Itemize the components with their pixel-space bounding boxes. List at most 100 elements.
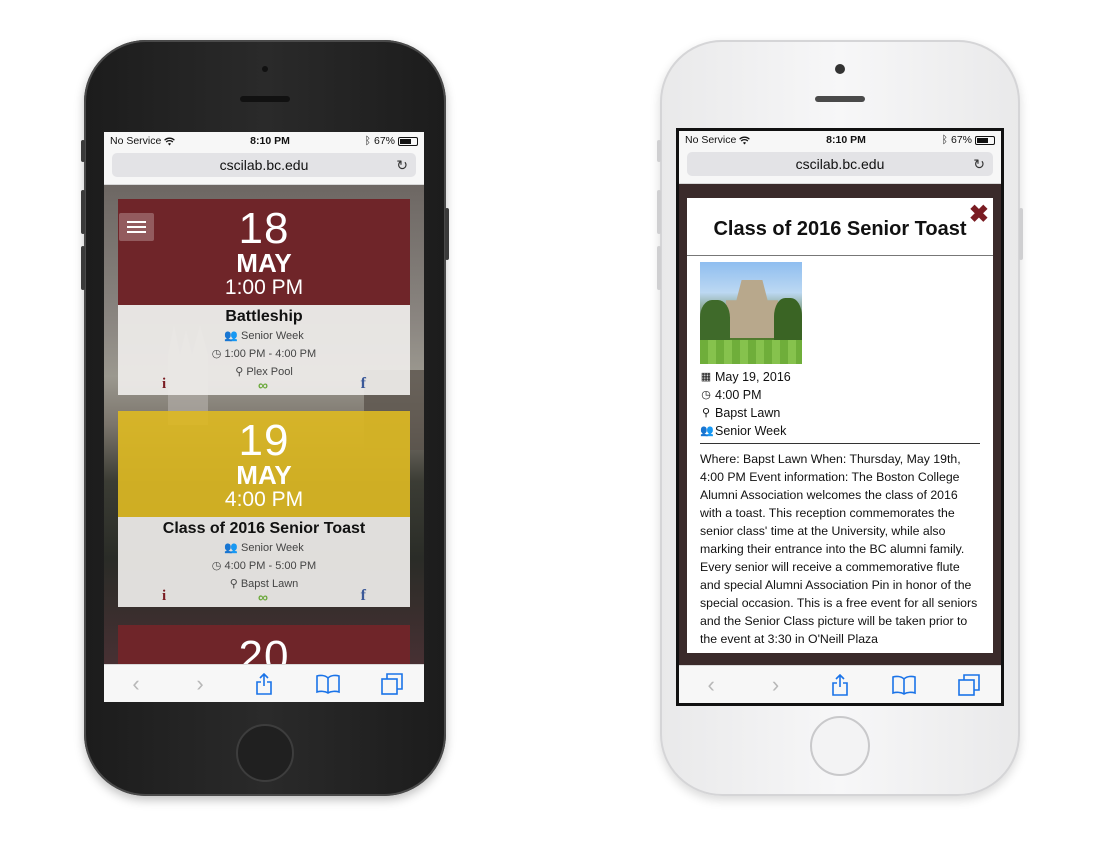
event-date-header: 20 (118, 625, 410, 664)
bluetooth-icon: ᛒ (364, 135, 371, 147)
event-location: Bapst Lawn (715, 406, 781, 420)
battery-percent: 67% (373, 135, 395, 147)
link-icon[interactable]: ∞ (258, 589, 268, 605)
back-icon[interactable]: ‹ (121, 671, 151, 697)
link-icon[interactable]: ∞ (258, 377, 268, 393)
event-body: Battleship 👥 Senior Week ◷ 1:00 PM - 4:0… (118, 305, 410, 395)
event-time: 4:00 PM (224, 488, 304, 511)
volume-up-button (657, 190, 661, 234)
mute-switch (657, 140, 661, 162)
battery-percent: 67% (950, 134, 972, 146)
event-date: May 19, 2016 (715, 370, 791, 384)
events-page: 18 MAY 1:00 PM Battleship 👥 Senior Week … (104, 185, 424, 664)
wifi-icon (164, 137, 176, 145)
users-icon: 👥 (700, 425, 714, 437)
carrier-label: No Service (110, 135, 162, 147)
tabs-icon[interactable] (377, 671, 407, 697)
event-timerange: 4:00 PM - 5:00 PM (224, 560, 317, 572)
phone-right: No Service 8:10 PM ᛒ 67% cscilab.bc.edu … (657, 40, 1023, 796)
event-category: Senior Week (240, 330, 304, 342)
status-bar: No Service 8:10 PM ᛒ 67% (679, 131, 1001, 149)
close-icon[interactable]: ✖ (969, 200, 989, 229)
browser-toolbar: ‹ › (104, 664, 424, 702)
address-bar-container: cscilab.bc.edu ↻ (104, 150, 424, 185)
event-month: MAY (236, 460, 292, 490)
divider (700, 443, 980, 444)
event-title: Battleship (225, 308, 303, 325)
browser-toolbar: ‹ › (679, 665, 1001, 703)
share-icon[interactable] (249, 671, 279, 697)
volume-down-button (657, 246, 661, 290)
url-text: cscilab.bc.edu (219, 157, 309, 173)
home-button (236, 724, 294, 782)
event-day: 19 (238, 416, 290, 465)
status-bar: No Service 8:10 PM ᛒ 67% (104, 132, 424, 150)
bookmarks-icon[interactable] (313, 671, 343, 697)
menu-button[interactable] (119, 213, 154, 241)
front-camera (835, 64, 845, 74)
address-bar[interactable]: cscilab.bc.edu ↻ (687, 152, 993, 176)
event-category: Senior Week (240, 542, 304, 554)
reload-icon[interactable]: ↻ (973, 156, 985, 173)
event-card[interactable]: 20 (118, 625, 410, 664)
facebook-icon[interactable]: f (361, 375, 366, 393)
users-icon: 👥 (224, 330, 238, 342)
event-card[interactable]: 18 MAY 1:00 PM Battleship 👥 Senior Week … (118, 199, 410, 395)
modal-title: Class of 2016 Senior Toast (687, 198, 993, 256)
event-modal: Class of 2016 Senior Toast ✖ ▦ May 19, 20… (687, 198, 993, 653)
info-icon[interactable]: i (162, 376, 166, 393)
earpiece (240, 96, 290, 102)
bluetooth-icon: ᛒ (941, 134, 948, 146)
screen-right: No Service 8:10 PM ᛒ 67% cscilab.bc.edu … (676, 128, 1004, 706)
back-icon[interactable]: ‹ (696, 672, 726, 698)
calendar-icon: ▦ (700, 371, 712, 383)
address-bar[interactable]: cscilab.bc.edu ↻ (112, 153, 416, 177)
map-marker-icon: ⚲ (701, 407, 711, 419)
event-date-header: 19 MAY 4:00 PM (118, 411, 410, 517)
share-icon[interactable] (825, 672, 855, 698)
users-icon: 👥 (224, 542, 238, 554)
power-button (1019, 208, 1023, 260)
earpiece (815, 96, 865, 102)
wifi-icon (739, 136, 751, 144)
info-icon[interactable]: i (162, 588, 166, 605)
url-text: cscilab.bc.edu (795, 156, 885, 172)
address-bar-container: cscilab.bc.edu ↻ (679, 149, 1001, 184)
phone-left: No Service 8:10 PM ᛒ 67% cscilab.bc.edu … (81, 40, 449, 796)
event-day: 18 (238, 204, 290, 253)
clock-icon: ◷ (211, 560, 222, 572)
bookmarks-icon[interactable] (889, 672, 919, 698)
volume-down-button (81, 246, 85, 290)
forward-icon[interactable]: › (185, 671, 215, 697)
facebook-icon[interactable]: f (361, 587, 366, 605)
event-time: 1:00 PM (224, 276, 304, 299)
carrier-label: No Service (685, 134, 737, 146)
event-details: ▦ May 19, 2016 ◷ 4:00 PM ⚲ Bapst Lawn 👥 Seni… (700, 368, 791, 440)
event-date-header: 18 MAY 1:00 PM (118, 199, 410, 305)
event-day: 20 (238, 632, 290, 665)
event-category: Senior Week (715, 424, 787, 438)
event-month: MAY (236, 248, 292, 278)
event-detail-page: Class of 2016 Senior Toast ✖ ▦ May 19, 20… (679, 184, 1001, 665)
event-body: Class of 2016 Senior Toast 👥 Senior Week… (118, 517, 410, 607)
event-card[interactable]: 19 MAY 4:00 PM Class of 2016 Senior Toas… (118, 411, 410, 607)
event-description: Where: Bapst Lawn When: Thursday, May 19… (700, 452, 978, 646)
clock-icon: ◷ (211, 348, 222, 360)
event-title: Class of 2016 Senior Toast (162, 520, 366, 537)
tabs-icon[interactable] (954, 672, 984, 698)
mute-switch (81, 140, 85, 162)
clock: 8:10 PM (250, 135, 290, 147)
power-button (445, 208, 449, 260)
battery-icon (975, 135, 995, 145)
volume-up-button (81, 190, 85, 234)
forward-icon[interactable]: › (761, 672, 791, 698)
clock-icon: ◷ (701, 389, 711, 401)
front-camera (262, 66, 268, 72)
event-timerange: 1:00 PM - 4:00 PM (224, 348, 317, 360)
home-button (810, 716, 870, 776)
screen-left: No Service 8:10 PM ᛒ 67% cscilab.bc.edu … (104, 132, 424, 702)
clock: 8:10 PM (826, 134, 866, 146)
event-photo (700, 262, 802, 364)
battery-icon (398, 136, 418, 146)
reload-icon[interactable]: ↻ (396, 157, 408, 174)
